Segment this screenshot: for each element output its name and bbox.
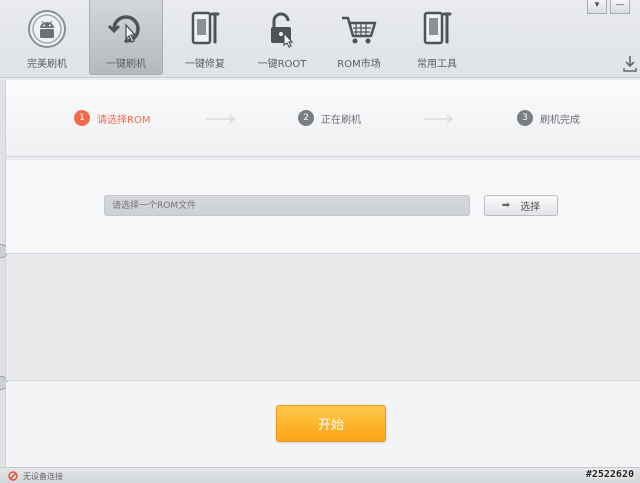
toolbar-item-label: ROM市场 bbox=[337, 59, 381, 70]
toolbar-item-label: 完美刷机 bbox=[27, 59, 67, 70]
toolbar-item-label: 一键ROOT bbox=[257, 59, 307, 70]
toolbar-item-one-click-flash[interactable]: 一键刷机 bbox=[89, 0, 163, 75]
unlock-icon bbox=[262, 9, 302, 52]
step-number: 3 bbox=[517, 110, 533, 126]
toolbar-item-one-click-root[interactable]: 一键ROOT bbox=[245, 0, 319, 75]
no-device-icon bbox=[8, 471, 18, 483]
device-status-text: 无设备连接 bbox=[23, 472, 63, 481]
toolbar-item-one-click-repair[interactable]: 一键修复 bbox=[168, 0, 242, 75]
toolbar-item-common-tools[interactable]: 常用工具 bbox=[400, 0, 474, 75]
step-number: 2 bbox=[298, 110, 314, 126]
step-arrow-icon bbox=[206, 114, 236, 127]
menu-dropdown-button[interactable]: ▾ bbox=[587, 0, 607, 14]
toolbar-item-label: 一键刷机 bbox=[106, 59, 146, 70]
step-flashing: 2 正在刷机 bbox=[298, 110, 361, 126]
rom-info-area bbox=[6, 255, 640, 381]
choose-file-button[interactable]: ➡ 选择 bbox=[484, 195, 558, 216]
arrow-right-icon: ➡ bbox=[501, 200, 511, 211]
top-toolbar: 完美刷机 一键刷机 一键修复 一键ROOT ROM市场 常用工具 ▾ — bbox=[0, 0, 640, 78]
chevron-down-icon: ▾ bbox=[594, 0, 600, 10]
status-bar: 无设备连接 #2522620 bbox=[0, 467, 640, 483]
minimize-button[interactable]: — bbox=[610, 0, 630, 14]
step-label: 刷机完成 bbox=[540, 114, 580, 126]
minimize-icon: — bbox=[615, 0, 625, 10]
step-select-rom: 1 请选择ROM bbox=[74, 110, 150, 126]
step-complete: 3 刷机完成 bbox=[517, 110, 580, 126]
start-button[interactable]: 开始 bbox=[276, 405, 386, 442]
android-logo-icon bbox=[27, 9, 67, 52]
watermark-text: #2522620 bbox=[585, 469, 634, 480]
toolbar-item-rom-market[interactable]: ROM市场 bbox=[322, 0, 396, 75]
download-icon[interactable] bbox=[623, 55, 637, 76]
toolbar-item-label: 常用工具 bbox=[417, 59, 457, 70]
choose-button-label: 选择 bbox=[520, 202, 541, 213]
one-click-flash-icon bbox=[106, 9, 146, 52]
flash-steps-panel: 1 请选择ROM 2 正在刷机 3 刷机完成 bbox=[6, 80, 640, 157]
rom-file-chooser: ➡ 选择 bbox=[6, 160, 640, 254]
tools-icon bbox=[417, 9, 457, 52]
step-label: 请选择ROM bbox=[97, 114, 151, 126]
rom-file-input[interactable] bbox=[104, 195, 470, 216]
toolbar-item-perfect-flash[interactable]: 完美刷机 bbox=[10, 0, 84, 75]
action-area: 开始 bbox=[6, 382, 640, 467]
toolbar-item-label: 一键修复 bbox=[185, 59, 225, 70]
step-arrow-icon bbox=[424, 114, 454, 127]
step-number: 1 bbox=[74, 110, 90, 126]
step-label: 正在刷机 bbox=[321, 114, 361, 126]
shopping-cart-icon bbox=[339, 9, 379, 52]
repair-tool-icon bbox=[185, 9, 225, 52]
